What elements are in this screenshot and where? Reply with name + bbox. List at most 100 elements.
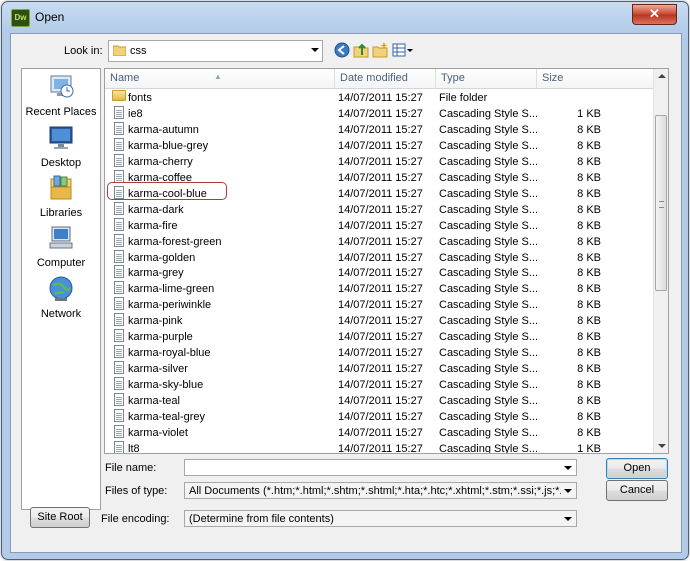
file-name: karma-autumn <box>128 123 199 136</box>
file-row[interactable]: karma-autumn 14/07/2011 15:27 Cascading St… <box>105 121 653 138</box>
file-name: karma-royal-blue <box>128 347 211 360</box>
css-file-icon <box>114 121 124 135</box>
network-icon <box>49 276 73 301</box>
scroll-up-icon[interactable] <box>658 74 666 78</box>
file-size: 8 KB <box>577 426 601 439</box>
file-row[interactable]: karma-silver 14/07/2011 15:27 Cascading St… <box>105 361 653 377</box>
file-type: Cascading Style S... <box>439 267 539 280</box>
file-size: 8 KB <box>577 267 601 280</box>
file-size: 8 KB <box>577 379 601 392</box>
column-header-label: Type <box>441 72 465 84</box>
file-encoding-label: File encoding: <box>101 513 170 525</box>
file-name: karma-violet <box>128 426 188 439</box>
file-size: 8 KB <box>577 251 601 264</box>
file-row[interactable]: karma-golden 14/07/2011 15:27 Cascading St… <box>105 249 653 266</box>
views-icon[interactable] <box>392 42 414 58</box>
place-label: Desktop <box>40 157 82 169</box>
file-name: karma-purple <box>128 331 193 344</box>
scroll-down-icon[interactable] <box>658 444 666 448</box>
file-row[interactable]: karma-sky-blue 14/07/2011 15:27 Cascading … <box>105 377 653 393</box>
cancel-button[interactable]: Cancel <box>606 480 668 501</box>
file-row[interactable]: karma-periwinkle 14/07/2011 15:27 Cascadin… <box>105 297 653 313</box>
file-name: karma-dark <box>128 203 184 216</box>
files-of-type-label: Files of type: <box>105 485 168 497</box>
file-row[interactable]: karma-forest-green 14/07/2011 15:27 Cascad… <box>105 233 653 250</box>
look-in-value: css <box>130 45 147 57</box>
file-row[interactable]: karma-pink 14/07/2011 15:27 Cascading Styl… <box>105 313 653 329</box>
file-row[interactable]: karma-royal-blue 14/07/2011 15:27 Cascadin… <box>105 345 653 361</box>
scroll-thumb[interactable] <box>655 115 667 291</box>
file-size: 8 KB <box>577 347 601 360</box>
place-label: Libraries <box>39 207 83 219</box>
file-encoding-dropdown[interactable]: (Determine from file contents) <box>184 510 577 527</box>
place-network[interactable]: Network <box>22 276 100 320</box>
css-file-icon <box>114 424 124 438</box>
column-header-date[interactable]: Date modified <box>335 69 436 88</box>
column-header-name[interactable]: Name ▲ <box>105 69 335 88</box>
place-recent-places[interactable]: Recent Places <box>22 74 100 118</box>
css-file-icon <box>114 409 124 422</box>
file-row[interactable]: karma-grey 14/07/2011 15:27 Cascading Styl… <box>105 265 653 281</box>
file-type: Cascading Style S... <box>439 315 539 328</box>
chevron-down-icon[interactable] <box>564 517 572 521</box>
file-size: 8 KB <box>577 315 601 328</box>
site-root-button[interactable]: Site Root <box>30 507 90 528</box>
file-name: karma-teal-grey <box>128 411 206 423</box>
column-header-label: Date modified <box>340 72 408 84</box>
back-icon[interactable] <box>334 42 350 58</box>
file-row[interactable]: karma-dark 14/07/2011 15:27 Cascading Styl… <box>105 201 653 218</box>
file-size: 1 KB <box>577 107 601 120</box>
column-header-size[interactable]: Size <box>537 69 653 88</box>
vertical-scrollbar[interactable] <box>653 69 668 453</box>
file-date: 14/07/2011 15:27 <box>338 155 423 168</box>
file-size: 8 KB <box>577 411 601 423</box>
libraries-icon <box>50 175 72 200</box>
file-size: 8 KB <box>577 219 601 232</box>
chevron-down-icon[interactable] <box>311 48 319 52</box>
places-bar: Recent Places Desktop Libraries Computer… <box>21 68 101 510</box>
file-type: Cascading Style S... <box>439 155 539 168</box>
place-libraries[interactable]: Libraries <box>22 175 100 219</box>
files-of-type-dropdown[interactable]: All Documents (*.htm;*.html;*.shtm;*.sht… <box>184 482 577 499</box>
open-button[interactable]: Open <box>606 458 668 479</box>
file-row[interactable]: karma-violet 14/07/2011 15:27 Cascading St… <box>105 424 653 441</box>
file-type: Cascading Style S... <box>439 187 539 200</box>
place-label: Recent Places <box>25 106 97 118</box>
file-list[interactable]: Name ▲ Date modified Type Size fonts 14/0… <box>104 68 669 454</box>
file-row[interactable]: lt8 14/07/2011 15:27 Cascading Style S... 1… <box>105 440 653 453</box>
file-date: 14/07/2011 15:27 <box>338 411 423 423</box>
grip-icon <box>659 201 664 208</box>
file-type: Cascading Style S... <box>439 219 539 232</box>
file-name-input[interactable] <box>184 459 577 476</box>
file-type: File folder <box>439 92 488 104</box>
dialog-client-area: Look in: css Recent Places Desktop Libra… <box>10 33 682 553</box>
file-size: 8 KB <box>577 363 601 376</box>
file-row[interactable]: ie8 14/07/2011 15:27 Cascading Style S... 1… <box>105 105 653 122</box>
file-row[interactable]: karma-blue-grey 14/07/2011 15:27 Cascading… <box>105 137 653 154</box>
file-type: Cascading Style S... <box>439 107 539 120</box>
look-in-dropdown[interactable]: css <box>108 40 323 62</box>
up-folder-icon[interactable] <box>353 42 369 58</box>
file-date: 14/07/2011 15:27 <box>338 347 423 360</box>
css-file-icon <box>114 217 124 231</box>
file-row[interactable]: karma-cherry 14/07/2011 15:27 Cascading St… <box>105 153 653 170</box>
title-bar[interactable]: Dw Open ✕ <box>2 2 688 32</box>
css-file-icon <box>114 137 124 151</box>
file-size: 8 KB <box>577 171 601 184</box>
chevron-down-icon[interactable] <box>564 489 572 493</box>
new-folder-icon[interactable] <box>372 42 388 58</box>
file-row[interactable]: karma-teal-grey 14/07/2011 15:27 Cascading… <box>105 409 653 425</box>
file-row[interactable]: karma-teal 14/07/2011 15:27 Cascading Styl… <box>105 393 653 409</box>
place-desktop[interactable]: Desktop <box>22 125 100 169</box>
close-button[interactable]: ✕ <box>632 4 677 25</box>
file-type: Cascading Style S... <box>439 331 539 344</box>
file-row[interactable]: karma-purple 14/07/2011 15:27 Cascading St… <box>105 329 653 345</box>
chevron-down-icon[interactable] <box>564 466 572 470</box>
file-row[interactable]: karma-fire 14/07/2011 15:27 Cascading Styl… <box>105 217 653 234</box>
folder-row[interactable]: fonts 14/07/2011 15:27 File folder <box>105 90 653 106</box>
css-file-icon <box>114 201 124 215</box>
recent-places-icon <box>50 75 74 98</box>
place-computer[interactable]: Computer <box>22 225 100 269</box>
column-header-type[interactable]: Type <box>436 69 537 88</box>
file-row[interactable]: karma-lime-green 14/07/2011 15:27 Cascadin… <box>105 281 653 297</box>
